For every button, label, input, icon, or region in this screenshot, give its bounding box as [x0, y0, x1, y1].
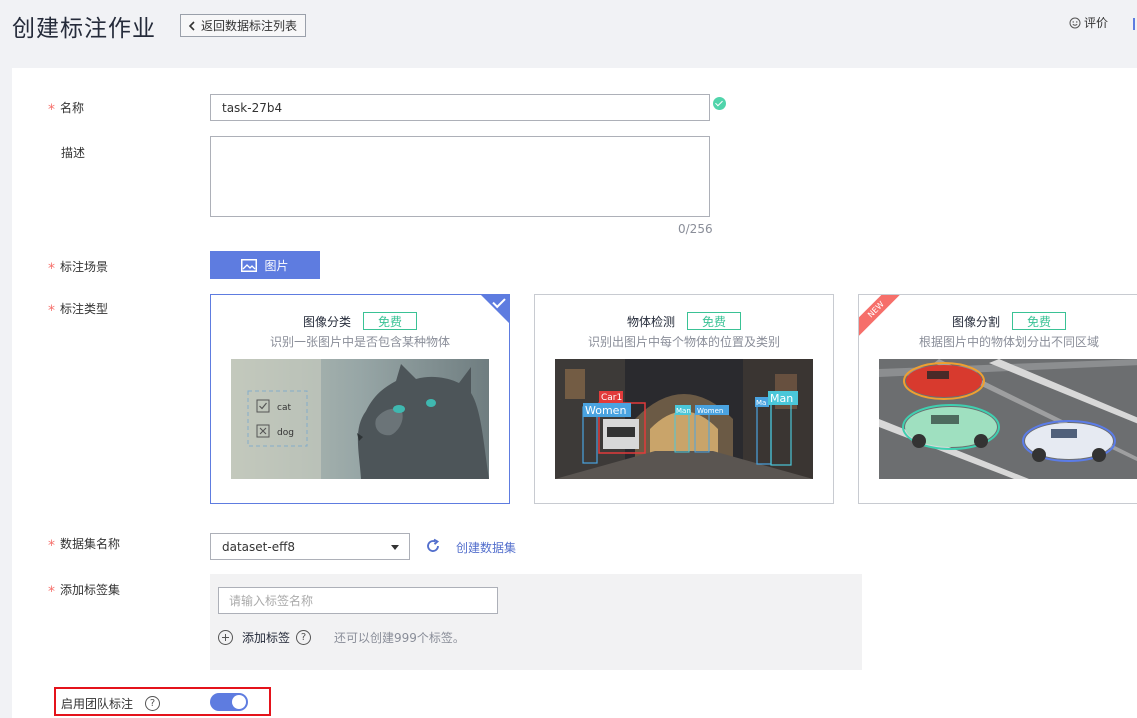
image-label-dog: dog: [277, 428, 294, 438]
required-mark: *: [48, 584, 55, 600]
required-mark: *: [48, 261, 55, 277]
free-badge: 免费: [1012, 312, 1066, 330]
name-input[interactable]: task-27b4: [210, 94, 710, 121]
road-segmentation-image: [879, 359, 1137, 479]
help-icon[interactable]: ?: [145, 696, 161, 711]
dataset-label: * 数据集名称: [48, 537, 121, 554]
detect-label-car: Car1: [601, 393, 622, 403]
help-icon[interactable]: ?: [296, 630, 312, 645]
scene-label: * 标注场景: [48, 260, 109, 277]
card-title: 图像分类: [302, 314, 351, 329]
cat-image: cat dog: [231, 359, 489, 479]
card-title: 图像分割: [951, 314, 1000, 329]
add-label-row: 添加标签 ? 还可以创建999个标签。: [218, 629, 465, 646]
rate-label: 评价: [1084, 16, 1109, 30]
required-mark: *: [48, 303, 55, 319]
create-dataset-link[interactable]: 创建数据集: [456, 539, 516, 556]
street-detection-image: Car1 Women Man Women Ma Man: [555, 359, 813, 479]
smiley-icon: [1069, 17, 1081, 28]
description-counter: 0/256: [678, 222, 713, 236]
back-to-list-button[interactable]: 返回数据标注列表: [180, 14, 307, 37]
type-label: * 标注类型: [48, 302, 109, 319]
detect-label-man-1: Man: [676, 407, 691, 415]
page-title: 创建标注作业: [12, 16, 156, 42]
type-card-object-detection[interactable]: 物体检测 免费 识别出图片中每个物体的位置及类别 Car1 Women Man: [534, 294, 834, 504]
card-description: 根据图片中的物体划分出不同区域: [918, 335, 1099, 349]
back-button-label: 返回数据标注列表: [201, 19, 298, 33]
image-label-cat: cat: [277, 403, 291, 413]
refresh-icon[interactable]: [425, 538, 441, 554]
caret-down-icon: [391, 545, 399, 550]
scene-image-button[interactable]: 图片: [210, 251, 320, 279]
card-title: 物体检测: [626, 314, 675, 329]
free-badge: 免费: [363, 312, 417, 330]
type-card-image-segmentation[interactable]: 图像分割 免费 根据图片中的物体划分出不同区域 NEW: [858, 294, 1137, 504]
detect-label-man-2: Man: [770, 392, 793, 405]
scene-option-label: 图片: [264, 258, 289, 273]
team-annotation-toggle[interactable]: [210, 693, 248, 711]
dataset-select[interactable]: dataset-eff8: [210, 533, 410, 560]
labels-label: * 添加标签集: [48, 583, 121, 600]
detect-label-ma: Ma: [756, 399, 766, 407]
description-textarea[interactable]: [210, 136, 710, 217]
image-icon: [241, 258, 258, 272]
card-description: 识别一张图片中是否包含某种物体: [269, 335, 450, 349]
team-annotation-highlight: 启用团队标注 ?: [54, 687, 271, 716]
dataset-selected-value: dataset-eff8: [222, 539, 295, 554]
required-mark: *: [48, 538, 55, 554]
required-mark: *: [48, 102, 55, 118]
edge-indicator: [1133, 18, 1135, 30]
chevron-left-icon: [188, 20, 195, 31]
label-set-box: 请输入标签名称 添加标签 ? 还可以创建999个标签。: [210, 574, 862, 670]
description-label: 描述: [61, 146, 86, 160]
team-annotation-label: 启用团队标注: [61, 697, 134, 711]
card-description: 识别出图片中每个物体的位置及类别: [587, 335, 780, 349]
detect-label-women-2: Women: [697, 407, 723, 415]
label-name-input[interactable]: 请输入标签名称: [218, 587, 498, 614]
label-limit-hint: 还可以创建999个标签。: [334, 631, 465, 645]
detect-label-women-1: Women: [585, 404, 626, 417]
name-label: * 名称: [48, 101, 85, 118]
toggle-knob: [232, 695, 246, 709]
rate-button[interactable]: 评价: [1069, 14, 1108, 31]
free-badge: 免费: [687, 312, 741, 330]
check-circle-icon: [713, 97, 726, 110]
add-label-button[interactable]: 添加标签: [242, 629, 290, 646]
type-card-image-classification[interactable]: 图像分类 免费 识别一张图片中是否包含某种物体 cat dog: [210, 294, 510, 504]
add-circle-icon[interactable]: [218, 630, 233, 645]
